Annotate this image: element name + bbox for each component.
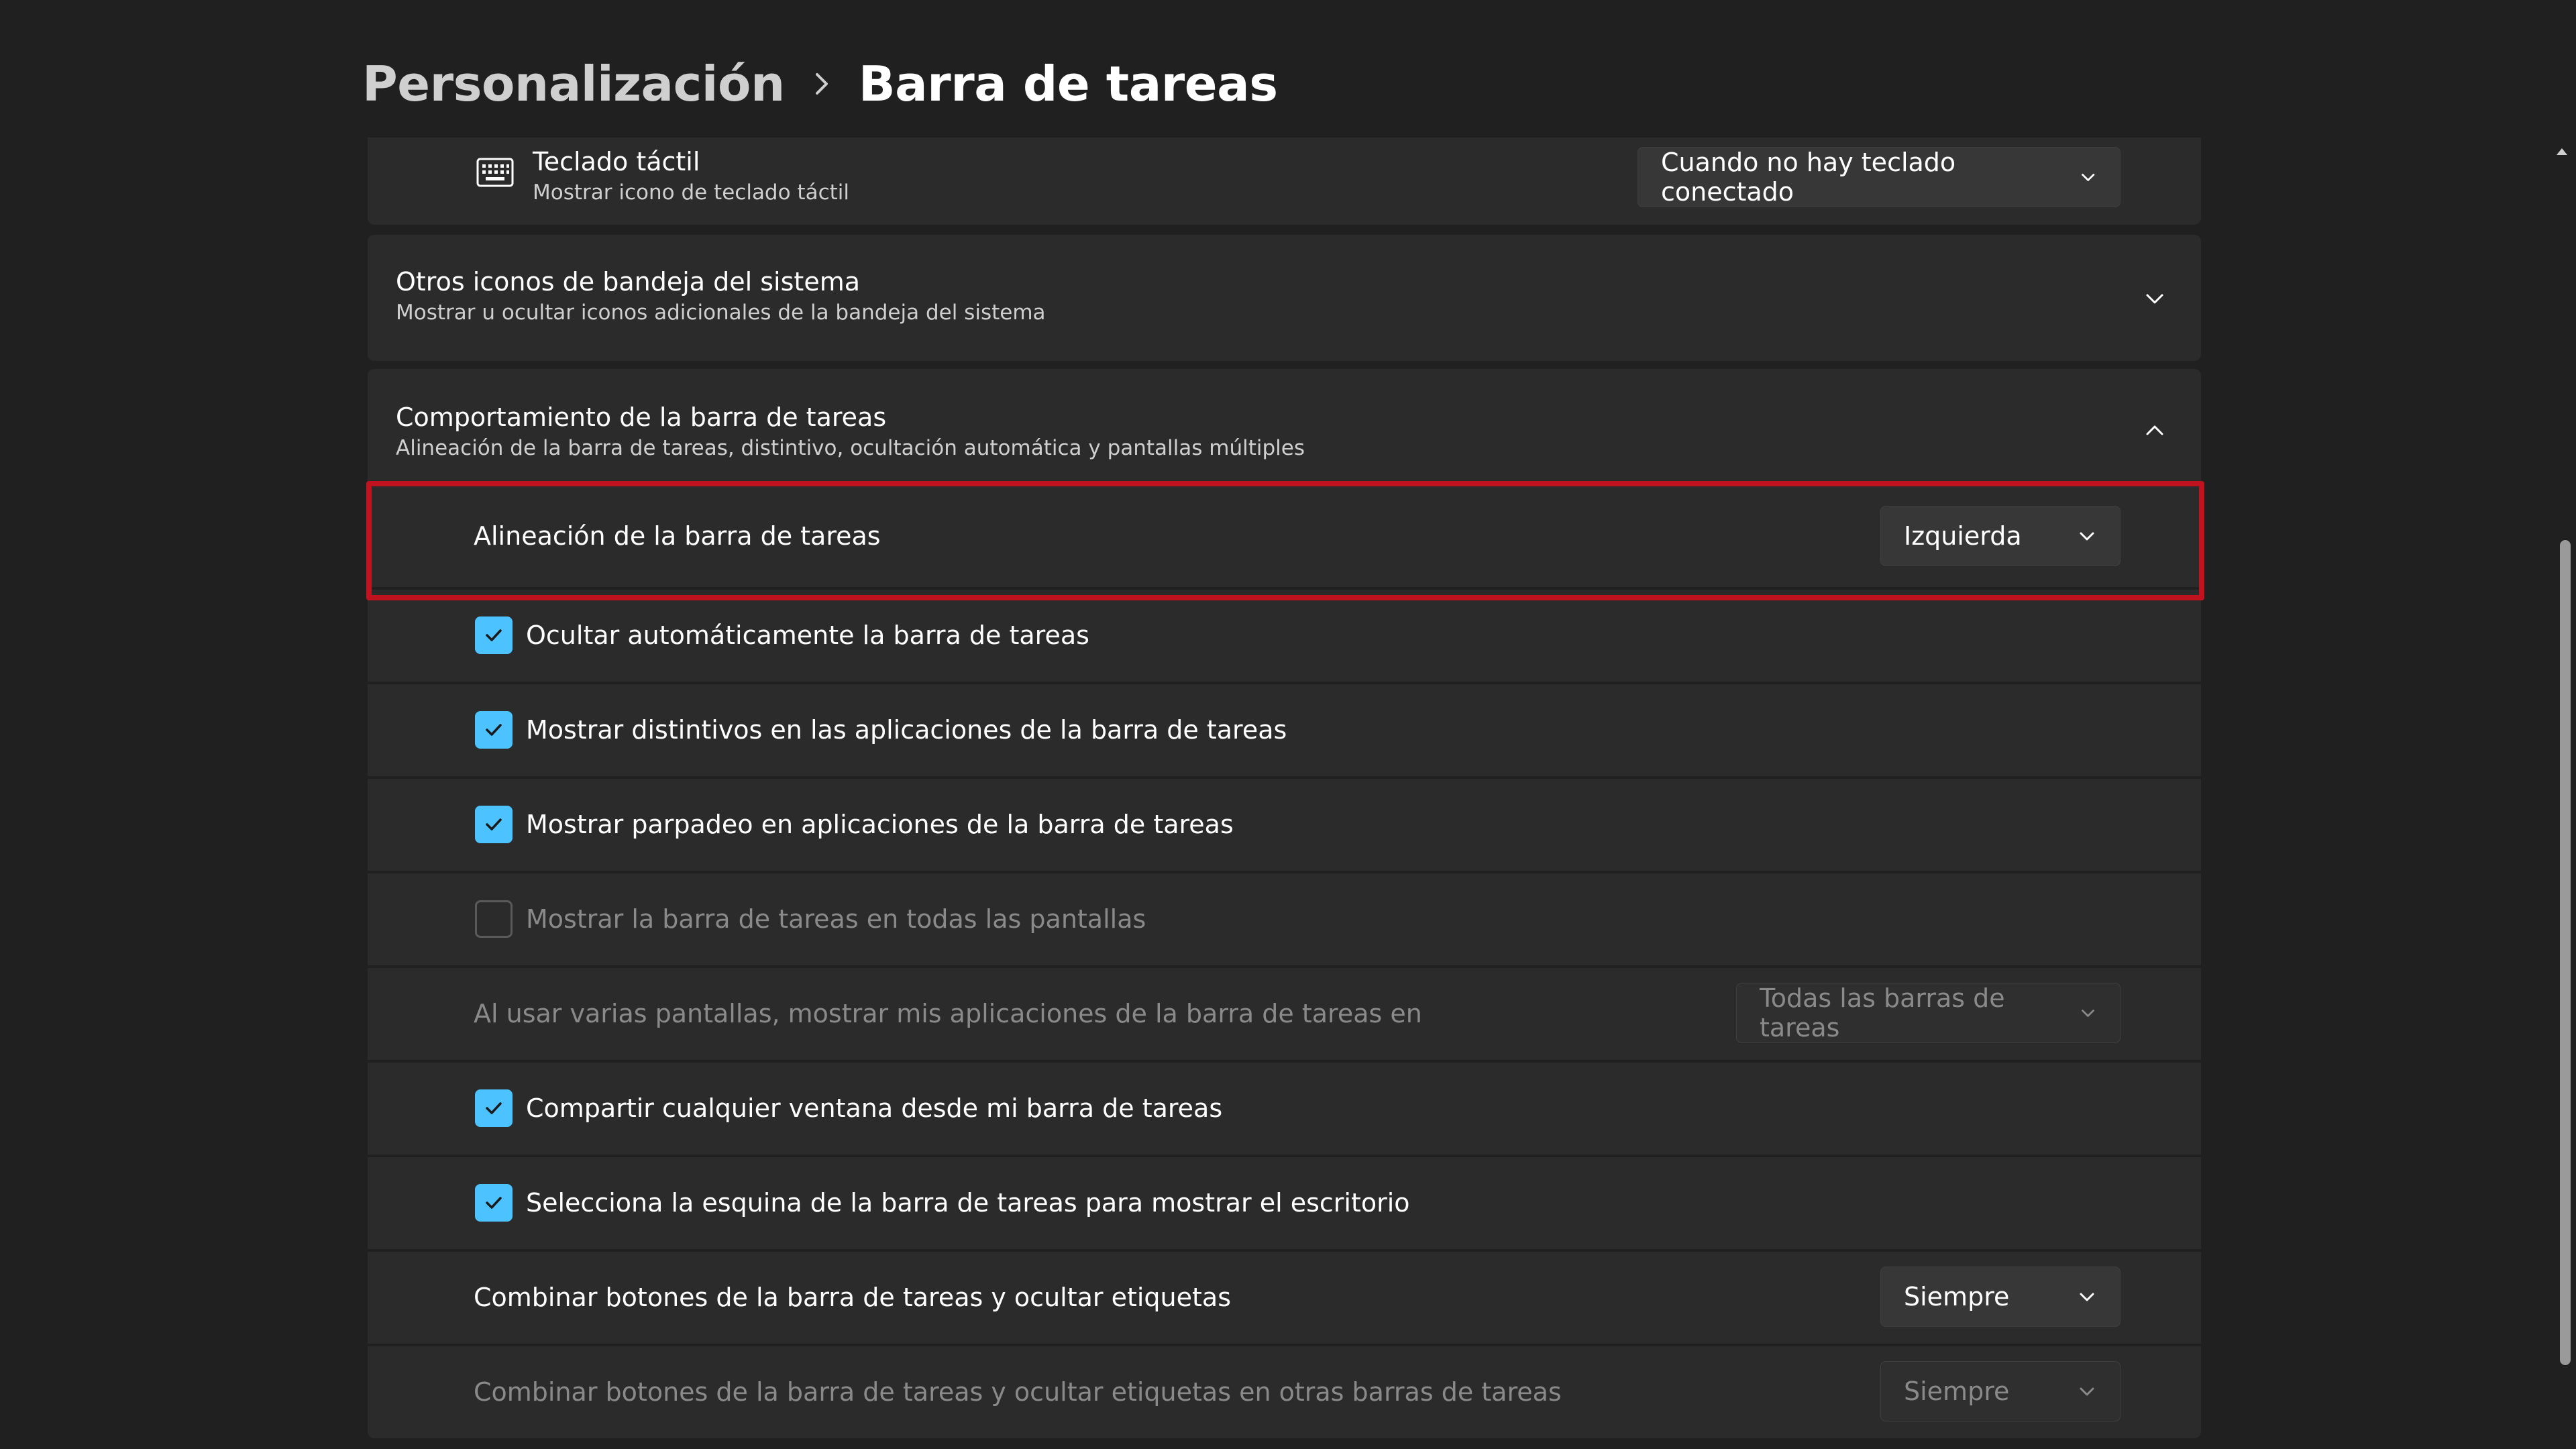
badges-checkbox[interactable] — [475, 711, 513, 749]
all-displays-label: Mostrar la barra de tareas en todas las … — [526, 904, 1146, 934]
chevron-down-icon — [2081, 173, 2094, 181]
combine-value: Siempre — [1904, 1282, 2010, 1311]
far-corner-checkbox[interactable] — [475, 1184, 513, 1222]
alignment-label: Alineación de la barra de tareas — [474, 521, 881, 551]
share-window-checkbox[interactable] — [475, 1089, 513, 1127]
multi-display-row: Al usar varias pantallas, mostrar mis ap… — [368, 968, 2201, 1060]
tray-icons-title: Otros iconos de bandeja del sistema — [396, 267, 860, 297]
chevron-right-icon — [798, 64, 845, 104]
checkmark-icon — [486, 1102, 502, 1114]
touch-keyboard-title: Teclado táctil — [533, 147, 700, 176]
checkmark-icon — [486, 1197, 502, 1209]
tray-icons-expander[interactable]: Otros iconos de bandeja del sistema Most… — [368, 235, 2201, 361]
combine-other-row: Combinar botones de la barra de tareas y… — [368, 1346, 2201, 1438]
scrollbar-thumb[interactable] — [2560, 540, 2571, 1365]
combine-dropdown[interactable]: Siempre — [1880, 1267, 2121, 1327]
badges-label: Mostrar distintivos en las aplicaciones … — [526, 715, 1287, 745]
chevron-down-icon — [2080, 532, 2094, 541]
chevron-down-icon[interactable] — [2143, 287, 2166, 310]
share-window-label: Compartir cualquier ventana desde mi bar… — [526, 1093, 1223, 1123]
touch-keyboard-row: Teclado táctil Mostrar icono de teclado … — [368, 138, 2201, 225]
flashing-row[interactable]: Mostrar parpadeo en aplicaciones de la b… — [368, 779, 2201, 871]
combine-other-dropdown[interactable]: Siempre — [1880, 1361, 2121, 1421]
chevron-down-icon — [2080, 1293, 2094, 1301]
multi-display-label: Al usar varias pantallas, mostrar mis ap… — [474, 999, 1422, 1028]
touch-keyboard-subtitle: Mostrar icono de teclado táctil — [533, 180, 850, 205]
alignment-dropdown[interactable]: Izquierda — [1880, 506, 2121, 566]
taskbar-behaviors-title: Comportamiento de la barra de tareas — [396, 402, 887, 432]
multi-display-value: Todas las barras de tareas — [1760, 983, 2005, 1042]
touch-keyboard-dropdown[interactable]: Cuando no hay teclado conectado — [1638, 147, 2121, 207]
chevron-down-icon — [2082, 1010, 2094, 1017]
multi-display-dropdown[interactable]: Todas las barras de tareas — [1736, 983, 2121, 1043]
far-corner-row[interactable]: Selecciona la esquina de la barra de tar… — [368, 1157, 2201, 1249]
flashing-label: Mostrar parpadeo en aplicaciones de la b… — [526, 810, 1234, 839]
combine-other-value: Siempre — [1904, 1377, 2010, 1406]
breadcrumb: Personalización Barra de tareas — [362, 47, 1278, 121]
chevron-up-icon[interactable] — [2143, 419, 2166, 442]
breadcrumb-parent[interactable]: Personalización — [362, 56, 785, 112]
combine-row: Combinar botones de la barra de tareas y… — [368, 1252, 2201, 1344]
alignment-value: Izquierda — [1904, 521, 2022, 551]
autohide-label: Ocultar automáticamente la barra de tare… — [526, 621, 1089, 650]
scroll-up-arrow-icon[interactable] — [2555, 144, 2569, 159]
chevron-down-icon — [2080, 1387, 2094, 1396]
page-title: Barra de tareas — [858, 56, 1278, 112]
flashing-checkbox[interactable] — [475, 806, 513, 843]
taskbar-behaviors-subtitle: Alineación de la barra de tareas, distin… — [396, 436, 1305, 460]
share-window-row[interactable]: Compartir cualquier ventana desde mi bar… — [368, 1063, 2201, 1155]
autohide-checkbox[interactable] — [475, 616, 513, 654]
keyboard-icon — [476, 158, 514, 187]
all-displays-checkbox[interactable] — [475, 900, 513, 938]
all-displays-row[interactable]: Mostrar la barra de tareas en todas las … — [368, 873, 2201, 965]
combine-label: Combinar botones de la barra de tareas y… — [474, 1283, 1231, 1312]
badges-row[interactable]: Mostrar distintivos en las aplicaciones … — [368, 684, 2201, 776]
checkmark-icon — [486, 818, 502, 830]
combine-other-label: Combinar botones de la barra de tareas y… — [474, 1377, 1562, 1407]
tray-icons-subtitle: Mostrar u ocultar iconos adicionales de … — [396, 301, 1046, 325]
checkmark-icon — [486, 724, 502, 736]
checkmark-icon — [486, 629, 502, 641]
autohide-row[interactable]: Ocultar automáticamente la barra de tare… — [368, 590, 2201, 682]
alignment-row: Alineación de la barra de tareas Izquier… — [368, 486, 2201, 587]
far-corner-label: Selecciona la esquina de la barra de tar… — [526, 1188, 1410, 1218]
touch-keyboard-value: Cuando no hay teclado conectado — [1661, 148, 1956, 207]
taskbar-behaviors-expander[interactable]: Comportamiento de la barra de tareas Ali… — [368, 369, 2201, 483]
